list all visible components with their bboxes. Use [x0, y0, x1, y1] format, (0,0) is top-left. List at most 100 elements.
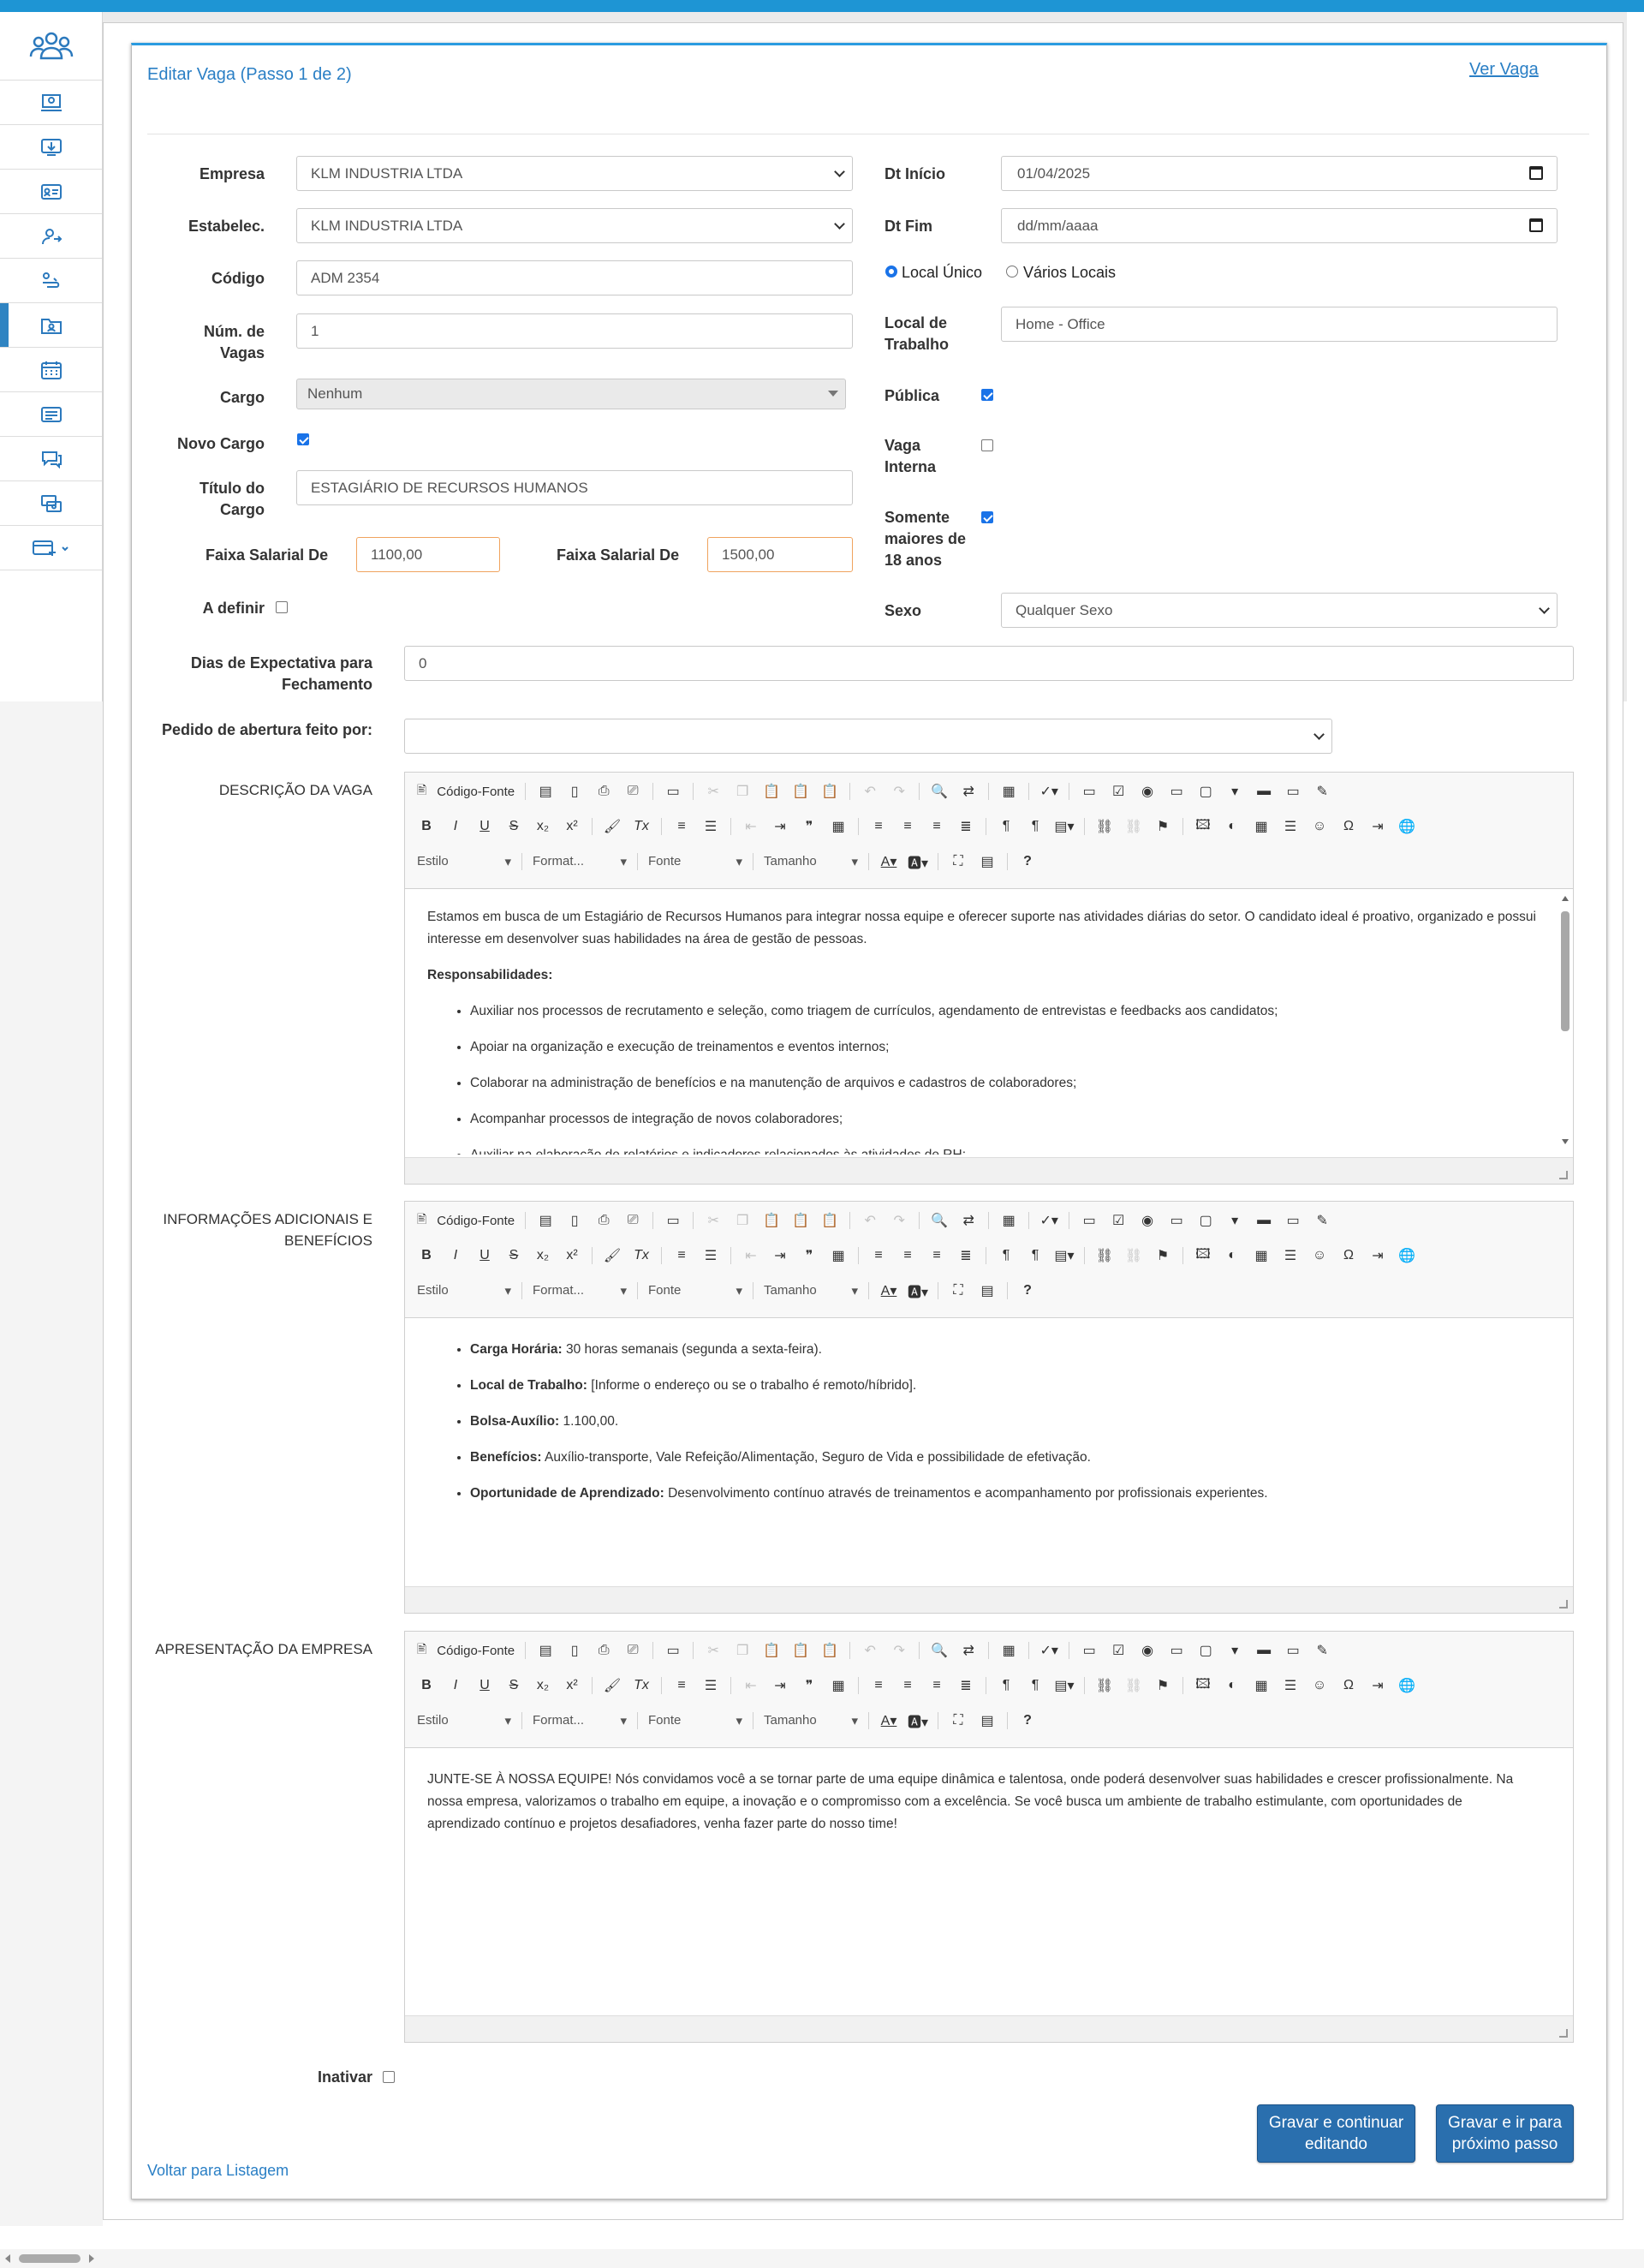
faixa-ate-input[interactable]: 1500,00	[707, 537, 853, 572]
align-right-icon[interactable]: ≡	[927, 817, 946, 836]
paste-word-icon[interactable]: 📋	[820, 1211, 839, 1230]
descricao-editor[interactable]: 🖹 Código-Fonte ▤ ▯ ⎙ ⎚ ▭ ✂ ❐ 📋 📋 📋 ↶ ↷ 🔍 ⇄ ▦ ✓▾ ▭ ☑…	[404, 772, 1574, 1185]
preview-icon[interactable]: ⎙	[594, 782, 613, 801]
underline-icon[interactable]: U	[475, 1246, 494, 1265]
rtl-icon[interactable]: ¶	[1026, 817, 1045, 836]
smiley-icon[interactable]: ☺	[1310, 817, 1329, 836]
text-color-icon[interactable]: A▾	[879, 852, 898, 871]
local-unico-radio[interactable]	[885, 266, 897, 278]
checkbox-icon[interactable]: ☑	[1109, 1641, 1128, 1660]
align-right-icon[interactable]: ≡	[927, 1676, 946, 1695]
image-button-icon[interactable]: ▭	[1284, 1211, 1302, 1230]
user-transfer-icon[interactable]	[0, 214, 102, 259]
paste-icon[interactable]: 📋	[762, 1641, 781, 1660]
save-icon[interactable]: ▤	[536, 782, 555, 801]
subscript-icon[interactable]: x₂	[533, 1246, 552, 1265]
find-icon[interactable]: 🔍	[930, 782, 949, 801]
paste-icon[interactable]: 📋	[762, 782, 781, 801]
help-icon[interactable]: ?	[1018, 1281, 1037, 1300]
back-to-list-link[interactable]: Voltar para Listagem	[147, 2162, 289, 2180]
page-break-icon[interactable]: ⇥	[1368, 1676, 1387, 1695]
select-all-icon[interactable]: ▦	[999, 782, 1018, 801]
paste-word-icon[interactable]: 📋	[820, 1641, 839, 1660]
select-all-icon[interactable]: ▦	[999, 1641, 1018, 1660]
bold-icon[interactable]: B	[417, 1676, 436, 1695]
anchor-icon[interactable]: ⚑	[1153, 1246, 1172, 1265]
hidden-field-icon[interactable]: ✎	[1313, 1211, 1331, 1230]
find-icon[interactable]: 🔍	[930, 1641, 949, 1660]
vaga-interna-checkbox[interactable]	[981, 439, 993, 451]
template-icon[interactable]: ▭	[664, 782, 682, 801]
format-combo[interactable]: Format... ▾	[533, 1283, 627, 1298]
iframe-icon[interactable]: 🌐	[1397, 1676, 1416, 1695]
radio-icon[interactable]: ◉	[1138, 782, 1157, 801]
print-icon[interactable]: ⎚	[623, 782, 642, 801]
smiley-icon[interactable]: ☺	[1310, 1676, 1329, 1695]
dt-fim-input[interactable]: dd/mm/aaaa	[1001, 208, 1558, 243]
language-icon[interactable]: ▤▾	[1054, 1676, 1074, 1695]
iframe-icon[interactable]: 🌐	[1397, 817, 1416, 836]
anchor-icon[interactable]: ⚑	[1153, 1676, 1172, 1695]
horizontal-line-icon[interactable]: ☰	[1281, 1246, 1300, 1265]
format-combo[interactable]: Format... ▾	[533, 854, 627, 869]
varios-locais-radio[interactable]	[1006, 266, 1018, 278]
unlink-icon[interactable]: ⛓	[1124, 1676, 1143, 1695]
special-char-icon[interactable]: Ω	[1339, 1246, 1358, 1265]
checkbox-icon[interactable]: ☑	[1109, 1211, 1128, 1230]
show-blocks-icon[interactable]: ▤	[978, 1711, 997, 1730]
style-combo[interactable]: Estilo ▾	[417, 854, 511, 869]
ltr-icon[interactable]: ¶	[997, 1676, 1016, 1695]
save-continue-button[interactable]: Gravar e continuar editando	[1257, 2104, 1415, 2163]
paste-text-icon[interactable]: 📋	[791, 1211, 810, 1230]
bg-color-icon[interactable]: 🅰▾	[908, 852, 928, 871]
source-button[interactable]: Código-Fonte	[437, 785, 515, 799]
text-color-icon[interactable]: A▾	[879, 1711, 898, 1730]
bold-icon[interactable]: B	[417, 1246, 436, 1265]
remove-format-icon[interactable]: Tx	[632, 1676, 651, 1695]
div-icon[interactable]: ▦	[829, 1246, 848, 1265]
preview-icon[interactable]: ⎙	[594, 1641, 613, 1660]
horizontal-line-icon[interactable]: ☰	[1281, 1676, 1300, 1695]
justify-icon[interactable]: ≣	[956, 1676, 975, 1695]
size-combo[interactable]: Tamanho ▾	[764, 1283, 858, 1298]
view-job-link[interactable]: Ver Vaga	[1469, 60, 1539, 80]
undo-icon[interactable]: ↶	[861, 1211, 879, 1230]
publica-checkbox[interactable]	[981, 389, 993, 401]
resize-grip-icon[interactable]	[1559, 1171, 1568, 1179]
calendar-icon[interactable]	[1529, 218, 1543, 232]
bullet-list-icon[interactable]: ☰	[701, 1246, 720, 1265]
spellcheck-icon[interactable]: ✓▾	[1039, 1211, 1058, 1230]
titulo-cargo-input[interactable]: ESTAGIÁRIO DE RECURSOS HUMANOS	[296, 470, 853, 505]
apresentacao-editor[interactable]: 🖹 Código-Fonte ▤ ▯ ⎙ ⎚ ▭ ✂ ❐ 📋 📋 📋 ↶ ↷ 🔍 ⇄ ▦ ✓▾ ▭ ☑…	[404, 1631, 1574, 2043]
image-icon[interactable]: 🖾	[1194, 1246, 1212, 1265]
form-icon[interactable]: ▭	[1080, 1211, 1099, 1230]
link-icon[interactable]: ⛓	[1095, 817, 1114, 836]
flash-icon[interactable]: ◐	[1223, 1246, 1242, 1265]
pedido-abertura-select[interactable]	[404, 719, 1332, 754]
resize-grip-icon[interactable]	[1559, 2029, 1568, 2038]
blockquote-icon[interactable]: ❞	[800, 817, 819, 836]
source-button[interactable]: Código-Fonte	[437, 1214, 515, 1228]
scroll-down-icon[interactable]	[1562, 1139, 1569, 1148]
money-transfer-icon[interactable]	[0, 481, 102, 526]
indent-icon[interactable]: ⇥	[771, 817, 789, 836]
link-icon[interactable]: ⛓	[1095, 1676, 1114, 1695]
numbered-list-icon[interactable]: ≡	[672, 1676, 691, 1695]
justify-icon[interactable]: ≣	[956, 1246, 975, 1265]
bold-icon[interactable]: B	[417, 817, 436, 836]
download-screen-icon[interactable]	[0, 125, 102, 170]
remove-format-icon[interactable]: Tx	[632, 817, 651, 836]
estabelec-select[interactable]: KLM INDUSTRIA LTDA	[296, 208, 853, 243]
superscript-icon[interactable]: x²	[563, 1676, 581, 1695]
save-next-button[interactable]: Gravar e ir para próximo passo	[1436, 2104, 1574, 2163]
hidden-field-icon[interactable]: ✎	[1313, 782, 1331, 801]
source-icon[interactable]: 🖹	[417, 781, 426, 802]
textfield-icon[interactable]: ▭	[1167, 782, 1186, 801]
print-icon[interactable]: ⎚	[623, 1641, 642, 1660]
bg-color-icon[interactable]: 🅰▾	[908, 1281, 928, 1300]
align-center-icon[interactable]: ≡	[898, 1246, 917, 1265]
strike-icon[interactable]: S	[504, 817, 523, 836]
style-combo[interactable]: Estilo ▾	[417, 1713, 511, 1728]
textarea-icon[interactable]: ▢	[1196, 1211, 1215, 1230]
folder-user-icon[interactable]	[0, 303, 102, 348]
